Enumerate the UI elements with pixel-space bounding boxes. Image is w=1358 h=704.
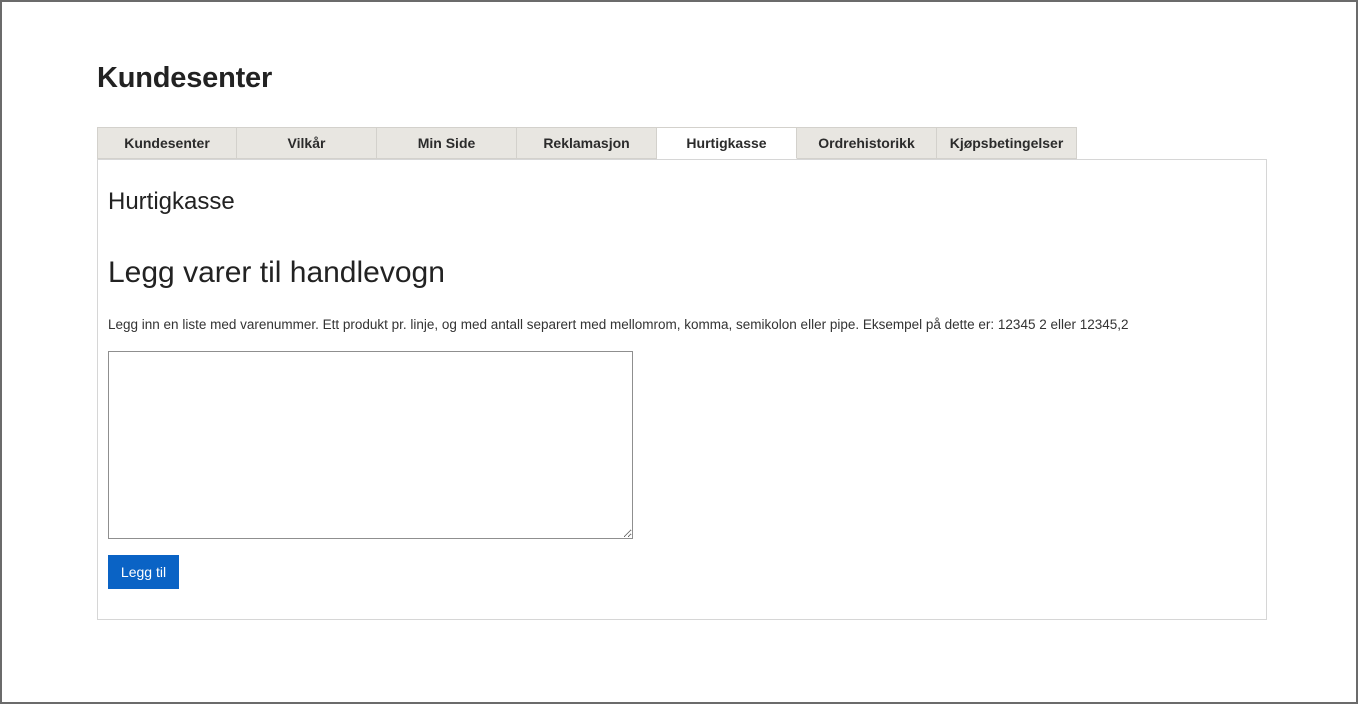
sku-list-textarea[interactable] [108, 351, 633, 539]
tab-bar: Kundesenter Vilkår Min Side Reklamasjon … [97, 127, 1077, 159]
tab-ordrehistorikk[interactable]: Ordrehistorikk [797, 127, 937, 159]
tab-hurtigkasse[interactable]: Hurtigkasse [657, 127, 797, 159]
add-to-cart-heading: Legg varer til handlevogn [108, 256, 445, 289]
add-to-cart-button[interactable]: Legg til [108, 555, 179, 589]
tab-kundesenter[interactable]: Kundesenter [97, 127, 237, 159]
tab-vilkar[interactable]: Vilkår [237, 127, 377, 159]
tab-content-panel: Hurtigkasse Legg varer til handlevogn Le… [97, 159, 1267, 620]
instructions-text: Legg inn en liste med varenummer. Ett pr… [108, 317, 1129, 332]
tab-kjopsbetingelser[interactable]: Kjøpsbetingelser [937, 127, 1077, 159]
tab-min-side[interactable]: Min Side [377, 127, 517, 159]
page-title: Kundesenter [97, 62, 273, 94]
section-title: Hurtigkasse [108, 188, 235, 215]
tab-reklamasjon[interactable]: Reklamasjon [517, 127, 657, 159]
